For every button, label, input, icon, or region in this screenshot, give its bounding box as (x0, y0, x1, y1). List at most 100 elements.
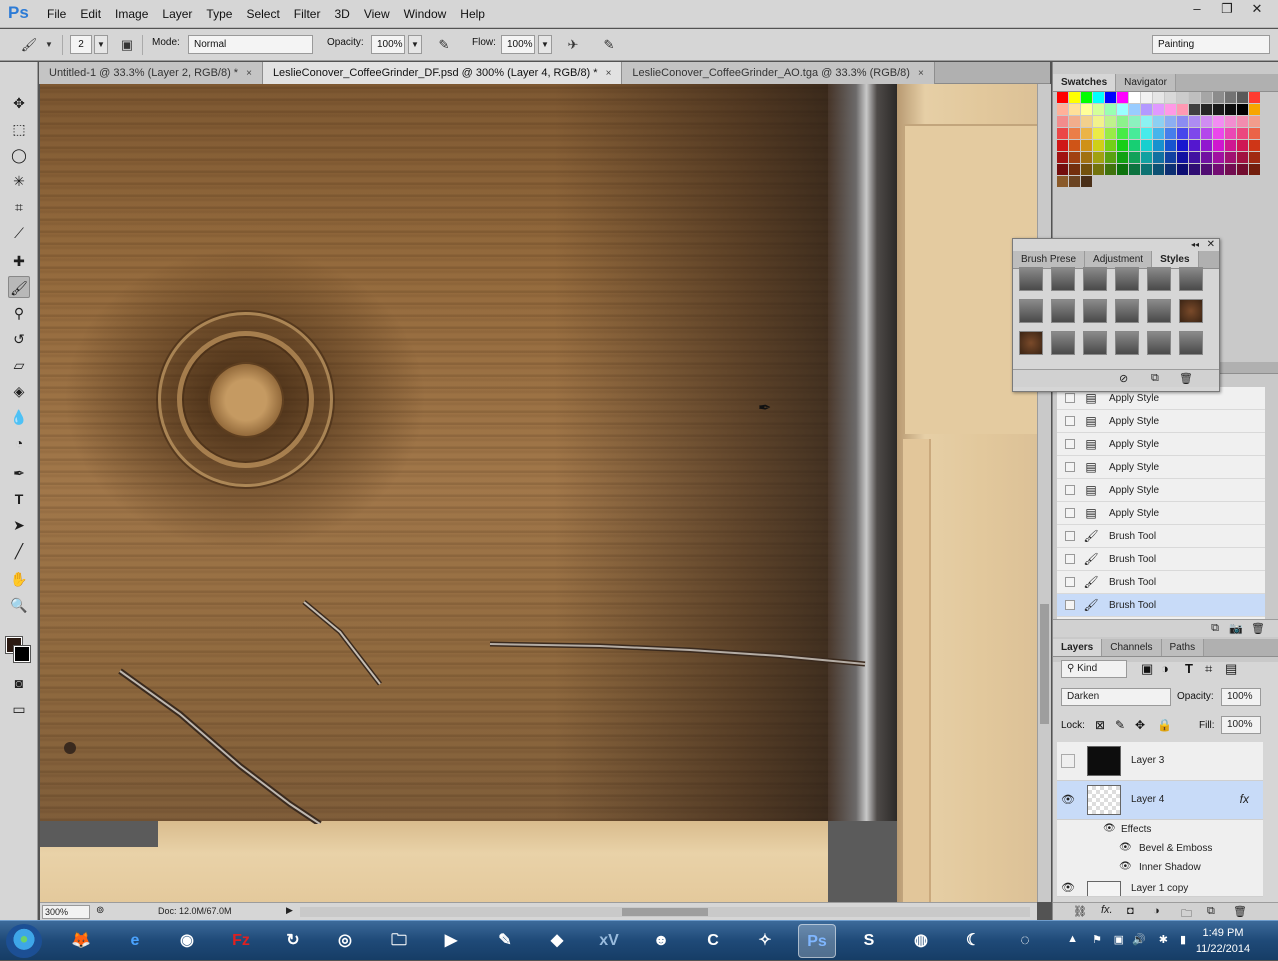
menu-select[interactable]: Select (243, 0, 290, 28)
canvas-vertical-scrollbar[interactable] (1037, 84, 1051, 902)
color-swatch[interactable] (1201, 104, 1212, 115)
layer-opacity-field[interactable]: 100% (1221, 688, 1261, 706)
firefox-icon[interactable]: 🦊 (62, 924, 100, 958)
blender-icon[interactable]: ◌ (1006, 924, 1044, 958)
color-swatch[interactable] (1165, 104, 1176, 115)
eraser-tool-icon[interactable]: ▱ (8, 354, 30, 376)
chevron-down-icon[interactable]: ▼ (40, 36, 58, 54)
menu-help[interactable]: Help (457, 0, 496, 28)
history-state[interactable]: ▤ Apply Style (1057, 433, 1265, 456)
filter-type-icon[interactable]: T (1185, 661, 1193, 676)
color-swatch[interactable] (1177, 104, 1188, 115)
color-swatch[interactable] (1057, 104, 1068, 115)
color-swatch[interactable] (1081, 164, 1092, 175)
history-checkbox[interactable] (1065, 508, 1075, 518)
eye-icon[interactable]: 👁 (1061, 881, 1075, 895)
close-button[interactable]: ✕ (1242, 0, 1272, 18)
color-swatch[interactable] (1117, 128, 1128, 139)
color-swatch[interactable] (1069, 176, 1080, 187)
history-brush-tool-icon[interactable]: ↺ (8, 328, 30, 350)
color-swatch[interactable] (1201, 164, 1212, 175)
visibility-toggle[interactable] (1061, 754, 1075, 768)
color-swatch[interactable] (1117, 140, 1128, 151)
trash-icon[interactable]: 🗑 (1179, 372, 1193, 385)
minimize-button[interactable]: – (1182, 0, 1212, 18)
tray-expand-icon[interactable]: ▲ (1067, 933, 1078, 945)
color-swatch[interactable] (1237, 104, 1248, 115)
color-swatch[interactable] (1153, 152, 1164, 163)
style-preset[interactable] (1115, 299, 1139, 323)
network-icon[interactable]: ▣ (1114, 933, 1124, 946)
style-preset[interactable] (1083, 299, 1107, 323)
color-swatch[interactable] (1189, 104, 1200, 115)
clock-date[interactable]: 11/22/2014 (1188, 943, 1258, 955)
style-preset[interactable] (1051, 299, 1075, 323)
menu-filter[interactable]: Filter (291, 0, 332, 28)
tab-coffeegrinder-ao[interactable]: LeslieConover_CoffeeGrinder_AO.tga @ 33.… (622, 62, 935, 84)
style-preset[interactable] (1179, 331, 1203, 355)
color-swatch[interactable] (1057, 116, 1068, 127)
color-swatch[interactable] (1093, 92, 1104, 103)
type-tool-icon[interactable]: T (8, 488, 30, 510)
collapse-icon[interactable]: ◂◂ (1191, 240, 1199, 249)
history-state[interactable]: ▤ Apply Style (1057, 456, 1265, 479)
history-state[interactable]: 🖌 Brush Tool (1057, 525, 1265, 548)
color-swatch[interactable] (1249, 116, 1260, 127)
style-preset[interactable] (1051, 267, 1075, 291)
trash-icon[interactable]: 🗑 (1251, 622, 1265, 635)
color-swatch[interactable] (1165, 92, 1176, 103)
quick-select-tool-icon[interactable]: ✳ (8, 170, 30, 192)
tab-coffeegrinder-df[interactable]: LeslieConover_CoffeeGrinder_DF.psd @ 300… (262, 62, 623, 84)
color-swatch[interactable] (1189, 152, 1200, 163)
color-swatch[interactable] (1165, 116, 1176, 127)
color-swatch[interactable] (1225, 164, 1236, 175)
layer-mask-icon[interactable]: ◘ (1127, 905, 1134, 917)
style-preset[interactable] (1019, 331, 1043, 355)
brush-panel-toggle-icon[interactable]: ▣ (118, 36, 136, 54)
document-canvas[interactable]: ✒ (40, 84, 1037, 902)
color-swatch[interactable] (1069, 116, 1080, 127)
close-icon[interactable]: × (246, 68, 252, 79)
dropbox-icon[interactable]: ◆ (538, 924, 576, 958)
layer-fill-field[interactable]: 100% (1221, 716, 1261, 734)
color-swatch[interactable] (1129, 104, 1140, 115)
color-swatch[interactable] (1105, 140, 1116, 151)
power-icon[interactable]: ▮ (1180, 933, 1186, 946)
color-swatch[interactable] (1057, 128, 1068, 139)
style-preset[interactable] (1179, 299, 1203, 323)
color-swatch[interactable] (1093, 140, 1104, 151)
scroll-thumb[interactable] (622, 908, 708, 916)
color-swatch[interactable] (1201, 92, 1212, 103)
color-swatch[interactable] (1141, 104, 1152, 115)
eye-icon[interactable]: 👁 (1119, 842, 1132, 853)
color-swatch[interactable] (1081, 116, 1092, 127)
color-swatch[interactable] (1081, 104, 1092, 115)
history-checkbox[interactable] (1065, 577, 1075, 587)
workspace-select[interactable]: Painting (1152, 35, 1270, 54)
close-icon[interactable]: ✕ (1207, 239, 1215, 250)
color-swatch[interactable] (1237, 152, 1248, 163)
camera-icon[interactable]: 📷 (1229, 622, 1243, 635)
color-swatch[interactable] (1213, 116, 1224, 127)
color-swatch[interactable] (1129, 164, 1140, 175)
color-swatch[interactable] (1081, 140, 1092, 151)
layer-effects-badge[interactable]: fx (1240, 792, 1249, 806)
menu-layer[interactable]: Layer (159, 0, 203, 28)
move-tool-icon[interactable]: ✥ (8, 92, 30, 114)
chrome-icon[interactable]: ◉ (168, 924, 206, 958)
color-swatch[interactable] (1249, 92, 1260, 103)
history-state[interactable]: ▤ Apply Style (1057, 410, 1265, 433)
flow-field[interactable]: 100% (501, 35, 535, 54)
color-swatch[interactable] (1117, 116, 1128, 127)
color-swatch[interactable] (1249, 164, 1260, 175)
color-swatch[interactable] (1189, 128, 1200, 139)
color-swatch[interactable] (1081, 152, 1092, 163)
color-swatch[interactable] (1177, 128, 1188, 139)
history-state[interactable]: 🖌 Brush Tool (1057, 548, 1265, 571)
style-preset[interactable] (1115, 267, 1139, 291)
new-style-icon[interactable]: ⧉ (1151, 372, 1159, 385)
color-swatch[interactable] (1105, 152, 1116, 163)
color-swatch[interactable] (1213, 104, 1224, 115)
style-preset[interactable] (1179, 267, 1203, 291)
style-preset[interactable] (1083, 331, 1107, 355)
